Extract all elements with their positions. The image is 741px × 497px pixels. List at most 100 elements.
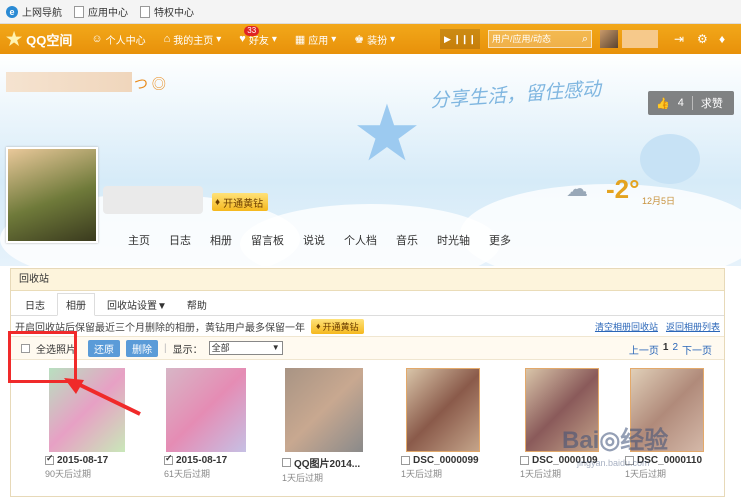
- profile-avatar[interactable]: [6, 147, 98, 243]
- diamond-icon: ♦: [316, 321, 321, 331]
- photo-checkbox[interactable]: [282, 458, 291, 467]
- bookmarks-bar: e 上网导航 应用中心 特权中心: [0, 0, 741, 24]
- owner-name-blurred: [6, 72, 132, 92]
- nav-dressup[interactable]: ♚ 装扮 ▾: [345, 24, 404, 54]
- photo-checkbox[interactable]: [401, 456, 410, 465]
- diamond-icon: ♦: [215, 196, 221, 208]
- photo-checkbox[interactable]: [164, 453, 173, 465]
- username-blurred: [622, 30, 658, 48]
- qzone-logo[interactable]: ★ QQ空间: [0, 29, 82, 50]
- person-icon: ☺: [91, 33, 103, 45]
- restore-button[interactable]: 还原: [88, 339, 120, 357]
- gear-icon[interactable]: ⚙: [697, 32, 708, 46]
- banner-slogan: 分享生活，留住感动: [429, 78, 602, 112]
- like-box[interactable]: 👍 4 求赞: [648, 91, 734, 115]
- tab-home[interactable]: 主页: [128, 232, 150, 248]
- ie-icon: e: [6, 5, 18, 18]
- page-icon: [140, 5, 150, 18]
- photo-expire: 1天后过期: [520, 469, 562, 479]
- filter-value: 全部: [211, 343, 230, 353]
- notice-bar: 开启回收站后保留最近三个月删除的相册，黄钻用户最多保留一年 ♦ 开通黄钻 清空相…: [11, 316, 724, 336]
- photo-checkbox[interactable]: [45, 453, 54, 465]
- chevron-down-icon: ▼: [271, 343, 280, 352]
- nav-label: 装扮: [367, 35, 388, 47]
- thumbs-up-icon: 👍: [656, 97, 670, 110]
- chevron-down-icon: ▾: [331, 33, 337, 45]
- photo-expire: 1天后过期: [401, 469, 443, 479]
- tab-recycle-settings[interactable]: 回收站设置▼: [99, 294, 175, 315]
- photo-item[interactable]: QQ图片2014... 1天后过期: [266, 368, 382, 484]
- tab-more[interactable]: 更多: [489, 232, 511, 248]
- highlight-box: [8, 331, 77, 383]
- photo-name: DSC_0000099: [413, 455, 479, 466]
- open-vip-button[interactable]: ♦ 开通黄钻: [311, 318, 364, 334]
- clear-album-recycle-link[interactable]: 清空相册回收站: [595, 320, 658, 333]
- photo-item[interactable]: 2015-08-17 61天后过期: [148, 368, 264, 480]
- tab-blog[interactable]: 日志: [169, 232, 191, 248]
- nav-label: 个人中心: [105, 35, 146, 47]
- panel-title: 回收站: [11, 269, 724, 291]
- photo-expire: 61天后过期: [164, 469, 211, 479]
- next-page-link[interactable]: 下一页: [682, 342, 712, 357]
- tab-music[interactable]: 音乐: [396, 232, 418, 248]
- tab-profile[interactable]: 个人档: [344, 232, 377, 248]
- like-count: 4: [677, 97, 684, 109]
- tab-guestbook[interactable]: 留言板: [251, 232, 284, 248]
- play-icon: ▶ ❙❙❙: [443, 33, 477, 44]
- page-icon: [74, 5, 84, 18]
- tab-blog[interactable]: 日志: [17, 294, 53, 315]
- fruit-icon: つ ◎: [134, 76, 166, 92]
- delete-button[interactable]: 删除: [126, 339, 158, 357]
- search-icon[interactable]: ⌕: [582, 31, 588, 47]
- nav-label: 我的主页: [173, 35, 214, 47]
- photo-name: QQ图片2014...: [294, 459, 361, 470]
- baidu-watermark-url: jingyan.baidu.com: [577, 458, 650, 468]
- tab-help[interactable]: 帮助: [179, 294, 215, 315]
- bookmark-nav[interactable]: e 上网导航: [6, 4, 62, 19]
- nav-my-home[interactable]: ⌂ 我的主页 ▾: [155, 24, 231, 54]
- bookmark-label: 应用中心: [88, 8, 128, 19]
- avatar[interactable]: [600, 30, 618, 48]
- photo-thumbnail[interactable]: [166, 368, 246, 452]
- notification-badge: 33: [244, 26, 260, 36]
- annotation-arrow: [64, 378, 141, 416]
- like-label: 求赞: [700, 98, 723, 110]
- top-navigation: ★ QQ空间 ☺ 个人中心 ⌂ 我的主页 ▾ ♥ 33 好友 ▾ ▦ 应用 ▾ …: [0, 24, 741, 54]
- open-vip-button[interactable]: ♦ 开通黄钻: [212, 193, 269, 211]
- chevron-down-icon: ▾: [216, 33, 222, 45]
- photo-item[interactable]: DSC_0000099 1天后过期: [385, 368, 501, 480]
- photo-checkbox[interactable]: [520, 456, 529, 465]
- page-2-link[interactable]: 2: [672, 342, 678, 357]
- nav-apps[interactable]: ▦ 应用 ▾: [286, 24, 345, 54]
- star-icon: ★: [6, 28, 23, 49]
- nav-friends[interactable]: ♥ 33 好友 ▾: [230, 24, 286, 54]
- music-player[interactable]: ▶ ❙❙❙: [440, 29, 480, 49]
- chevron-down-icon: ▾: [271, 33, 277, 45]
- search-placeholder: 用户/应用/动态: [492, 34, 552, 44]
- photo-thumbnail[interactable]: [285, 368, 363, 452]
- profile-name-blurred: [103, 186, 203, 214]
- weather-date: 12月5日: [642, 196, 676, 206]
- bookmark-label: 特权中心: [154, 8, 194, 19]
- tab-shuoshuo[interactable]: 说说: [303, 232, 325, 248]
- recycle-tabs: 日志 相册 回收站设置▼ 帮助: [11, 293, 724, 316]
- photo-thumbnail[interactable]: [406, 368, 480, 452]
- vip-label: 开通黄钻: [223, 198, 264, 210]
- logout-icon[interactable]: ⇥: [674, 32, 684, 46]
- show-label: 显示：: [172, 344, 203, 356]
- prev-page-link[interactable]: 上一页: [629, 342, 659, 357]
- tab-timeline[interactable]: 时光轴: [437, 232, 470, 248]
- search-input[interactable]: 用户/应用/动态 ⌕: [488, 30, 592, 48]
- back-to-albums-link[interactable]: 返回相册列表: [666, 320, 720, 333]
- bookmark-app-center[interactable]: 应用中心: [74, 4, 128, 19]
- bookmark-label: 上网导航: [22, 8, 62, 19]
- bookmark-privilege[interactable]: 特权中心: [140, 4, 194, 19]
- diamond-icon[interactable]: ♦: [719, 32, 725, 46]
- vip-label: 开通黄钻: [322, 321, 359, 332]
- tab-album[interactable]: 相册: [210, 232, 232, 248]
- nav-personal-center[interactable]: ☺ 个人中心: [82, 24, 154, 54]
- photo-expire: 1天后过期: [625, 469, 667, 479]
- qzone-star-logo: ★: [352, 89, 422, 177]
- filter-select[interactable]: 全部 ▼: [208, 341, 283, 355]
- tab-album[interactable]: 相册: [57, 293, 95, 316]
